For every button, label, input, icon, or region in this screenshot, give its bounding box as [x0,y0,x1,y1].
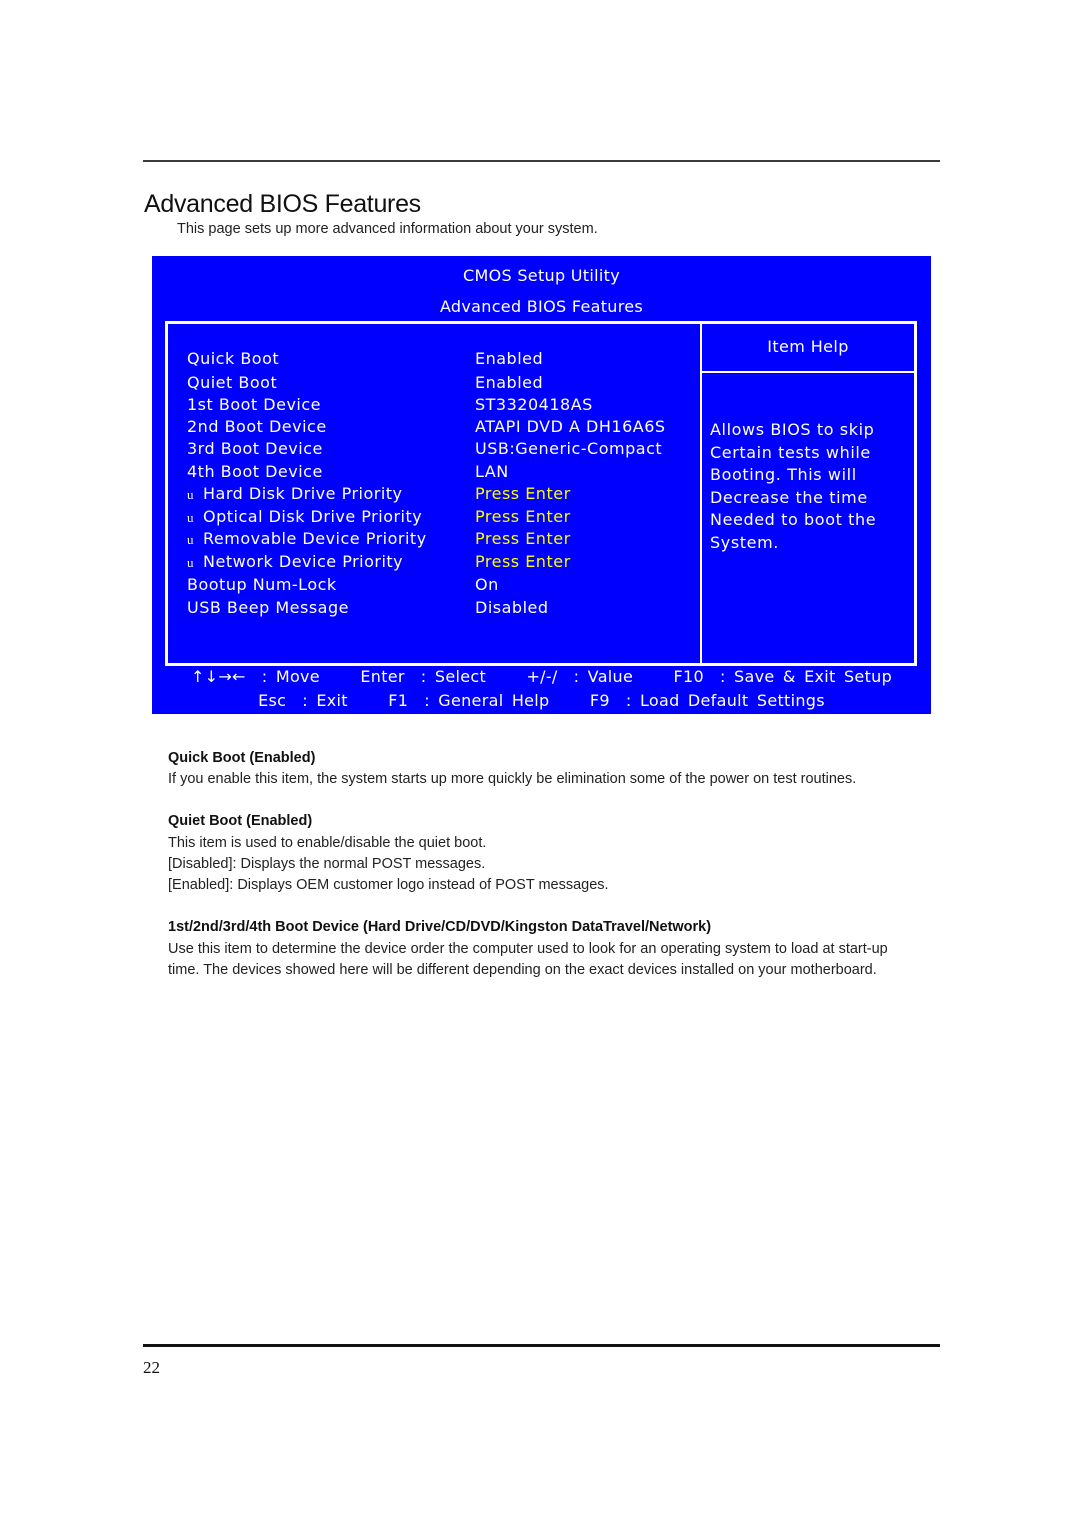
page-title: Advanced BIOS Features [144,190,421,218]
setting-value[interactable]: ST3320418AS [475,395,593,414]
setting-value[interactable]: On [475,575,499,594]
setting-label: Network Device Priority [203,552,404,571]
setting-value[interactable]: ATAPI DVD A DH16A6S [475,417,666,436]
key-hint-load-defaults: F9: Load Default Settings [589,691,825,710]
section-body-boot-device: Use this item to determine the device or… [168,939,913,981]
item-help-line: Booting. This will [710,465,857,484]
section-paragraph: If you enable this item, the system star… [168,771,857,787]
bios-screen: CMOS Setup Utility Advanced BIOS Feature… [152,256,931,714]
setting-label: 3rd Boot Device [187,439,323,458]
item-help-line: Allows BIOS to skip [710,420,875,439]
help-column-divider [700,324,702,663]
submenu-arrow-icon: u [187,555,194,570]
setting-value[interactable]: LAN [475,462,509,481]
setting-label: 4th Boot Device [187,462,323,481]
key-hint-general-help: F1: General Help [388,691,550,710]
bios-utility-title: CMOS Setup Utility [463,266,620,285]
key-legend-line-2: Esc: Exit F1: General Help F9: Load Defa… [152,691,931,710]
section-heading-quick-boot: Quick Boot (Enabled) [168,750,316,766]
section-paragraph: This item is used to enable/disable the … [168,835,487,851]
submenu-value[interactable]: Press Enter [475,529,571,548]
submenu-arrow-icon: u [187,532,194,547]
bios-page-title: Advanced BIOS Features [439,297,644,316]
submenu-arrow-icon: u [187,510,194,525]
page-number: 22 [143,1358,160,1377]
item-help-line: Decrease the time [710,487,868,507]
arrow-keys-icon: ↑↓→← [190,667,246,686]
setting-label: USB Beep Message [187,598,349,617]
section-body-quick-boot: If you enable this item, the system star… [168,769,928,790]
setting-label: 2nd Boot Device [187,417,327,436]
header-rule [143,160,940,162]
section-paragraph: [Enabled]: Displays OEM customer logo in… [168,877,609,893]
key-hint-value: +/-/: Value [526,667,634,686]
section-paragraph: Use this item to determine the device or… [168,941,888,978]
setting-label: Removable Device Priority [203,529,427,548]
item-help-title: Item Help [767,337,849,356]
item-help-line: System. [710,532,779,552]
setting-label: 1st Boot Device [187,395,322,414]
key-hint-select: Enter: Select [360,667,487,686]
page-subtitle: This page sets up more advanced informat… [177,221,598,237]
section-body-quiet-boot: This item is used to enable/disable the … [168,833,928,896]
setting-value[interactable]: Enabled [475,349,543,368]
section-heading-boot-device: 1st/2nd/3rd/4th Boot Device (Hard Drive/… [168,919,712,935]
setting-label: Quick Boot [187,349,280,368]
setting-value[interactable]: USB:Generic-Compact [475,439,662,458]
bios-settings-panel: Item Help Allows BIOS to skip Certain te… [165,321,917,666]
help-header-divider [702,371,914,373]
submenu-value[interactable]: Press Enter [475,484,571,503]
key-hint-move: ↑↓→←: Move [190,667,320,686]
item-help-line: Certain tests while [710,442,871,462]
key-hint-save-exit: F10: Save & Exit Setup [673,667,893,686]
setting-value[interactable]: Disabled [475,598,549,617]
section-paragraph: [Disabled]: Displays the normal POST mes… [168,856,486,872]
submenu-value[interactable]: Press Enter [475,507,571,526]
footer-rule [143,1344,940,1347]
setting-label: Optical Disk Drive Priority [203,507,423,526]
key-hint-exit: Esc: Exit [258,691,348,710]
key-legend-line-1: ↑↓→←: Move Enter: Select +/-/: Value F10… [152,667,931,686]
setting-label: Bootup Num-Lock [187,575,337,594]
submenu-value[interactable]: Press Enter [475,552,571,571]
setting-label: Quiet Boot [187,373,278,392]
setting-value[interactable]: Enabled [475,373,543,392]
item-help-text: Allows BIOS to skip Certain tests while … [710,419,910,554]
setting-label: Hard Disk Drive Priority [203,484,403,503]
submenu-arrow-icon: u [187,487,194,502]
section-heading-quiet-boot: Quiet Boot (Enabled) [168,813,313,829]
item-help-line: Needed to boot the [710,510,877,529]
